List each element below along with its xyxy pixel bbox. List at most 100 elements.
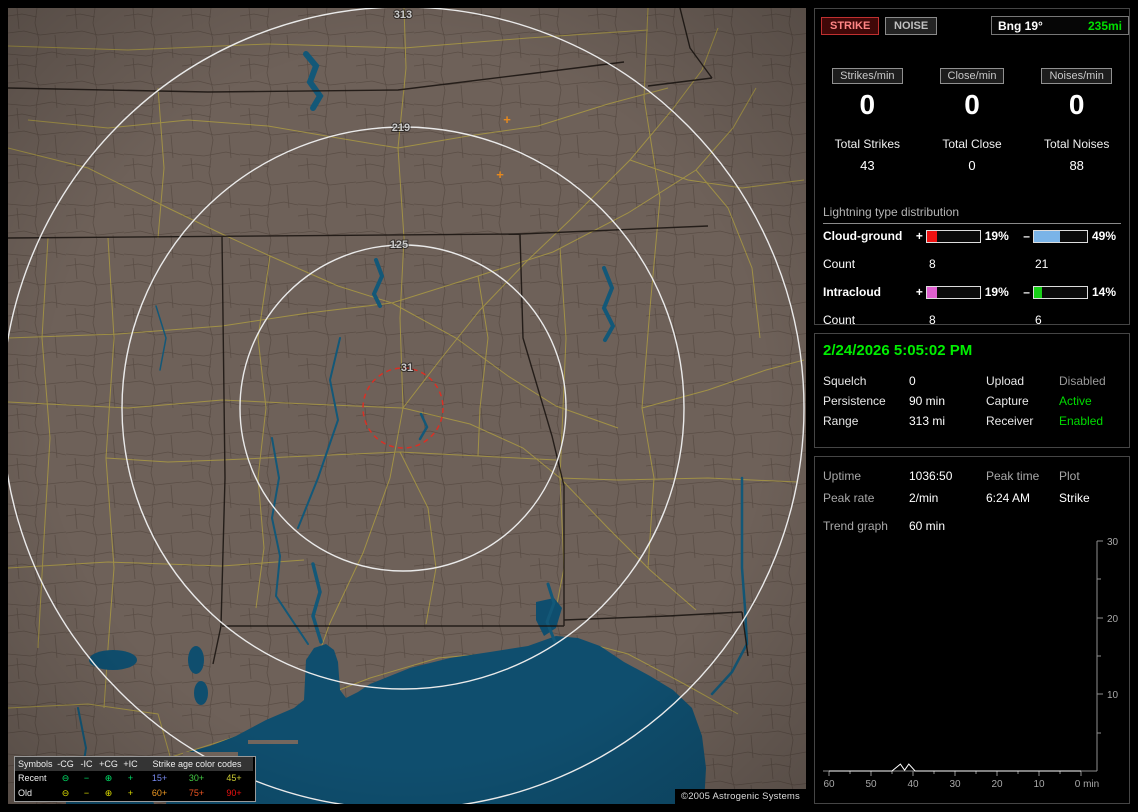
total-noises-label: Total Noises — [1043, 137, 1110, 151]
ic-negative-bar — [1033, 285, 1088, 299]
noises-per-min-button[interactable]: Noises/min — [1041, 68, 1112, 84]
legend-symbols-header: Symbols — [15, 757, 55, 771]
intracloud-row: Intracloud + 19% – 14% — [823, 285, 1127, 299]
ic-negative-count: 6 — [1035, 313, 1042, 327]
status-panel: 2/24/2026 5:05:02 PM Squelch 0 Upload Di… — [814, 333, 1130, 448]
x-tick-40: 40 — [907, 779, 919, 790]
legend-row-old-label: Old — [18, 788, 33, 798]
total-strikes-value: 43 — [860, 158, 875, 173]
minus-sign: – — [1023, 285, 1030, 299]
range-value: 313 mi — [909, 414, 946, 428]
rate-labels-row: Strikes/min Close/min Noises/min — [815, 66, 1129, 84]
bearing-distance-readout: Bng 19° 235mi — [991, 16, 1129, 35]
close-per-min-button[interactable]: Close/min — [939, 68, 1005, 84]
symbol-pos-cg-old-icon: ⊕ — [104, 788, 113, 798]
trend-graph: 60 50 40 30 20 10 0 min 30 20 10 — [823, 537, 1119, 790]
y-tick-20: 20 — [1107, 614, 1119, 625]
cloud-ground-count-row: Count 8 21 — [823, 257, 1048, 271]
trend-x-labels: 60 50 40 30 20 10 0 min — [823, 779, 1099, 790]
x-tick-60: 60 — [823, 779, 835, 790]
symbol-pos-cg-recent-icon: ⊕ — [104, 773, 113, 783]
uptime-row: Uptime 1036:50 Peak time Plot — [815, 465, 1129, 487]
trend-window-value: 60 min — [909, 519, 946, 533]
trend-graph-label: Trend graph — [823, 519, 888, 533]
strike-map[interactable]: 313 219 125 31 + + Symbols -CG -IC +CG +… — [1, 6, 806, 810]
symbol-pos-ic-recent-icon: + — [127, 773, 134, 783]
age-code-90: 90+ — [226, 788, 242, 798]
plot-value: Strike — [1059, 491, 1090, 505]
symbol-neg-ic-old-icon: − — [83, 788, 90, 798]
y-tick-30: 30 — [1107, 537, 1119, 548]
age-code-75: 75+ — [188, 788, 205, 798]
legend-col-ncg: -CG — [55, 757, 76, 771]
strikes-per-min-value: 0 — [859, 89, 876, 120]
plus-sign: + — [915, 229, 923, 243]
strikes-per-min-button[interactable]: Strikes/min — [832, 68, 903, 84]
close-per-min-value: 0 — [964, 89, 980, 120]
legend-col-nic: -IC — [76, 757, 97, 771]
upload-status: Disabled — [1059, 374, 1106, 388]
ic-positive-percent: 19% — [984, 285, 1009, 299]
x-tick-10: 10 — [1033, 779, 1045, 790]
cg-positive-bar — [926, 229, 981, 243]
persistence-row: Persistence 90 min Capture Active — [815, 391, 1129, 411]
capture-status: Active — [1059, 394, 1092, 408]
total-close-value: 0 — [968, 158, 976, 173]
squelch-label: Squelch — [823, 374, 867, 388]
total-noises-value: 88 — [1069, 158, 1084, 173]
rate-values-row: 0 0 0 — [815, 89, 1129, 121]
distance-value: 235mi — [1087, 18, 1122, 33]
symbol-neg-ic-recent-icon: − — [83, 773, 90, 783]
cg-negative-percent: 49% — [1091, 229, 1116, 243]
count-label: Count — [823, 257, 856, 271]
persistence-label: Persistence — [823, 394, 886, 408]
y-tick-10: 10 — [1107, 690, 1119, 701]
peak-rate-label: Peak rate — [823, 491, 875, 505]
age-code-45: 45+ — [226, 773, 242, 783]
legend-row-recent-label: Recent — [18, 773, 47, 783]
symbol-pos-ic-old-icon: + — [127, 788, 134, 798]
copyright-notice: ©2005 Astrogenic Systems — [675, 789, 806, 804]
peak-time-label: Peak time — [986, 469, 1040, 483]
trend-y-labels: 30 20 10 — [1107, 537, 1119, 701]
uptime-value: 1036:50 — [909, 469, 953, 483]
total-labels-row: Total Strikes Total Close Total Noises — [815, 137, 1129, 151]
map-canvas: 313 219 125 31 + + — [1, 6, 806, 810]
ic-positive-count: 8 — [929, 313, 936, 327]
trend-series-line — [829, 763, 1081, 772]
ring-label-31: 31 — [401, 362, 413, 374]
cg-positive-percent: 19% — [984, 229, 1009, 243]
noises-per-min-value: 0 — [1068, 89, 1085, 120]
ring-label-219: 219 — [392, 122, 410, 134]
intracloud-label: Intracloud — [823, 285, 882, 299]
map-legend: Symbols -CG -IC +CG +IC Strike age color… — [14, 756, 256, 802]
cg-positive-count: 8 — [929, 257, 936, 271]
strike-marker: + — [496, 167, 504, 182]
datetime-display: 2/24/2026 5:05:02 PM — [823, 342, 973, 359]
cg-negative-bar — [1033, 229, 1088, 243]
trend-panel: Uptime 1036:50 Peak time Plot Peak rate … — [814, 456, 1130, 804]
strike-stats-panel: STRIKE NOISE Bng 19° 235mi Strikes/min C… — [814, 8, 1130, 327]
persistence-value: 90 min — [909, 394, 946, 408]
x-tick-0min: 0 min — [1075, 779, 1099, 790]
x-tick-30: 30 — [949, 779, 961, 790]
ring-label-313: 313 — [394, 9, 412, 21]
bearing-value: Bng 19° — [998, 18, 1043, 33]
age-code-60: 60+ — [151, 788, 168, 798]
upload-label: Upload — [986, 374, 1025, 388]
ring-label-125: 125 — [390, 239, 408, 251]
noise-toggle-button[interactable]: NOISE — [885, 17, 938, 35]
age-code-15: 15+ — [151, 773, 168, 783]
ic-negative-percent: 14% — [1091, 285, 1116, 299]
range-row: Range 313 mi Receiver Enabled — [815, 411, 1129, 431]
symbol-neg-cg-recent-icon: ⊖ — [61, 773, 70, 783]
range-label: Range — [823, 414, 859, 428]
total-strikes-label: Total Strikes — [834, 137, 901, 151]
trend-axes — [823, 540, 1103, 776]
legend-col-pcg: +CG — [97, 757, 120, 771]
x-tick-20: 20 — [991, 779, 1003, 790]
strike-marker: + — [503, 112, 511, 127]
uptime-label: Uptime — [823, 469, 862, 483]
strike-toggle-button[interactable]: STRIKE — [821, 17, 880, 35]
legend-grid: Symbols -CG -IC +CG +IC Strike age color… — [15, 757, 255, 801]
